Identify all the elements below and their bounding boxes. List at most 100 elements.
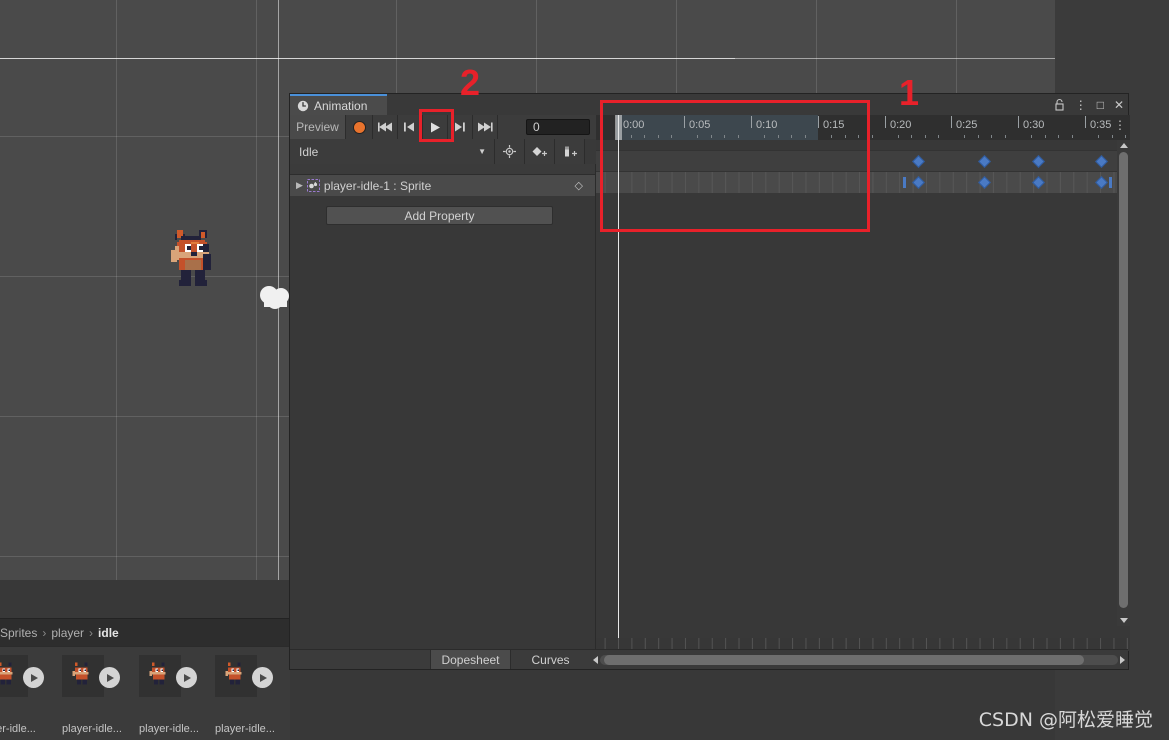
asset-item[interactable]: er-idle... bbox=[0, 655, 46, 735]
timeline-minor-tick bbox=[898, 135, 900, 138]
tab-dopesheet-label: Dopesheet bbox=[441, 652, 500, 667]
scroll-left-arrow-icon[interactable] bbox=[593, 655, 598, 664]
asset-label: player-idle... bbox=[139, 723, 199, 735]
asset-label: player-idle... bbox=[62, 723, 122, 735]
scroll-right-arrow-icon[interactable] bbox=[1120, 655, 1125, 664]
timeline-minor-tick bbox=[1031, 135, 1033, 138]
animation-bottom-bar: Dopesheet Curves bbox=[290, 649, 1128, 669]
timeline-horizontal-scroll-thumb[interactable] bbox=[604, 654, 1084, 665]
asset-thumbnail[interactable] bbox=[139, 655, 181, 697]
timeline-horizontal-scrollbar[interactable] bbox=[590, 650, 1128, 669]
asset-item[interactable]: player-idle... bbox=[215, 655, 275, 735]
preview-button-label: Preview bbox=[296, 120, 339, 134]
asset-label: er-idle... bbox=[0, 723, 36, 735]
scene-panel-edge bbox=[0, 58, 735, 59]
timeline-minor-tick bbox=[911, 135, 913, 138]
add-keyframe-icon bbox=[532, 146, 547, 156]
first-frame-button[interactable] bbox=[373, 115, 398, 139]
asset-item[interactable]: player-idle... bbox=[139, 655, 199, 735]
horizontal-scroll-track[interactable] bbox=[600, 654, 1118, 665]
keyframe[interactable] bbox=[978, 155, 991, 168]
timeline-bottom-tick-strip bbox=[596, 638, 1130, 649]
tab-curves-label: Curves bbox=[531, 652, 570, 667]
timeline-empty-body[interactable] bbox=[596, 193, 1130, 626]
asset-play-icon[interactable] bbox=[176, 667, 197, 688]
range-start-marker[interactable] bbox=[903, 177, 906, 188]
close-icon[interactable]: ✕ bbox=[1114, 99, 1124, 111]
timeline-options-kebab-icon[interactable]: ⋮ bbox=[1114, 119, 1126, 131]
frame-number-input[interactable]: 0 bbox=[526, 119, 590, 135]
property-row-player-idle-sprite[interactable]: ▶ player-idle-1 : Sprite ◇ bbox=[290, 175, 595, 196]
lock-icon[interactable] bbox=[1054, 98, 1065, 111]
watermark: CSDN @阿松爱睡觉 bbox=[978, 709, 1153, 731]
timeline-tick-label: 0:20 bbox=[884, 116, 912, 131]
last-frame-icon bbox=[477, 122, 493, 132]
range-end-marker[interactable] bbox=[1109, 177, 1112, 188]
asset-play-icon[interactable] bbox=[252, 667, 273, 688]
foldout-arrow-icon[interactable]: ▶ bbox=[296, 180, 303, 191]
keyframe[interactable] bbox=[1095, 155, 1108, 168]
property-panel: ▶ player-idle-1 : Sprite ◇ Add Property bbox=[290, 164, 596, 651]
annotation-box-timeline bbox=[600, 100, 870, 232]
timeline-minor-tick bbox=[871, 135, 873, 138]
timeline-minor-tick bbox=[977, 135, 979, 138]
timeline-minor-tick bbox=[1125, 135, 1127, 138]
timeline-tick-label: 0:35 bbox=[1084, 116, 1112, 131]
asset-thumbnail[interactable] bbox=[62, 655, 104, 697]
last-frame-button[interactable] bbox=[473, 115, 498, 139]
asset-item[interactable]: player-idle... bbox=[62, 655, 122, 735]
maximize-icon[interactable]: □ bbox=[1097, 99, 1104, 111]
keyframe[interactable] bbox=[912, 155, 925, 168]
asset-play-icon[interactable] bbox=[23, 667, 44, 688]
timeline-minor-tick bbox=[991, 135, 993, 138]
tab-animation[interactable]: Animation bbox=[290, 94, 387, 115]
previous-frame-icon bbox=[404, 122, 414, 132]
timeline-minor-tick bbox=[937, 135, 939, 138]
breadcrumb-separator: › bbox=[89, 625, 94, 640]
player-fox-sprite[interactable] bbox=[167, 226, 225, 298]
asset-thumbnail[interactable] bbox=[215, 655, 257, 697]
clip-selector-dropdown[interactable]: Idle ▼ bbox=[290, 139, 495, 164]
next-frame-icon bbox=[455, 122, 465, 132]
annotation-number-1: 1 bbox=[899, 72, 920, 113]
tab-animation-label: Animation bbox=[314, 98, 368, 113]
annotation-box-play-button bbox=[419, 109, 454, 142]
timeline-minor-tick bbox=[1058, 135, 1060, 138]
breadcrumb[interactable]: Sprites › player › idle bbox=[0, 618, 290, 646]
scroll-up-arrow-icon[interactable] bbox=[1120, 143, 1128, 148]
breadcrumb-separator: › bbox=[42, 625, 47, 640]
timeline-vertical-scroll-thumb[interactable] bbox=[1119, 152, 1128, 608]
clip-selector-value: Idle bbox=[299, 144, 319, 159]
cloud-sprite bbox=[260, 286, 289, 309]
tab-curves[interactable]: Curves bbox=[510, 650, 590, 669]
preview-button[interactable]: Preview bbox=[290, 115, 346, 139]
first-frame-icon bbox=[377, 122, 392, 132]
breadcrumb-item-sprites[interactable]: Sprites bbox=[0, 626, 37, 640]
add-property-button[interactable]: Add Property bbox=[326, 206, 553, 225]
record-button[interactable] bbox=[346, 115, 373, 139]
timeline-minor-tick bbox=[1098, 135, 1100, 138]
breadcrumb-item-player[interactable]: player bbox=[51, 626, 84, 640]
tab-dopesheet[interactable]: Dopesheet bbox=[430, 650, 510, 669]
timeline-vertical-scrollbar[interactable] bbox=[1117, 140, 1130, 626]
project-asset-strip[interactable]: er-idle... player-idle... player-idle...… bbox=[0, 646, 290, 740]
add-keyframe-button[interactable] bbox=[525, 139, 555, 164]
sprite-icon bbox=[306, 179, 320, 192]
timeline-minor-tick bbox=[1071, 135, 1073, 138]
keyframe[interactable] bbox=[1032, 155, 1045, 168]
scroll-down-arrow-icon[interactable] bbox=[1120, 618, 1128, 623]
add-event-icon bbox=[503, 145, 516, 158]
annotation-number-2: 2 bbox=[460, 62, 481, 103]
breadcrumb-item-idle[interactable]: idle bbox=[98, 626, 119, 640]
timeline-minor-tick bbox=[964, 135, 966, 138]
add-event-button[interactable] bbox=[495, 139, 525, 164]
timeline-tick-label: 0:25 bbox=[950, 116, 978, 131]
kebab-menu-icon[interactable]: ⋮ bbox=[1075, 99, 1087, 111]
property-panel-header-strip bbox=[290, 164, 595, 175]
property-keyframe-toggle-icon[interactable]: ◇ bbox=[575, 179, 583, 192]
animation-clip-bar: Idle ▼ bbox=[290, 139, 596, 164]
timeline-minor-tick bbox=[1004, 135, 1006, 138]
timeline-minor-tick bbox=[1044, 135, 1046, 138]
asset-play-icon[interactable] bbox=[99, 667, 120, 688]
add-frame-keyframe-button[interactable] bbox=[555, 139, 585, 164]
